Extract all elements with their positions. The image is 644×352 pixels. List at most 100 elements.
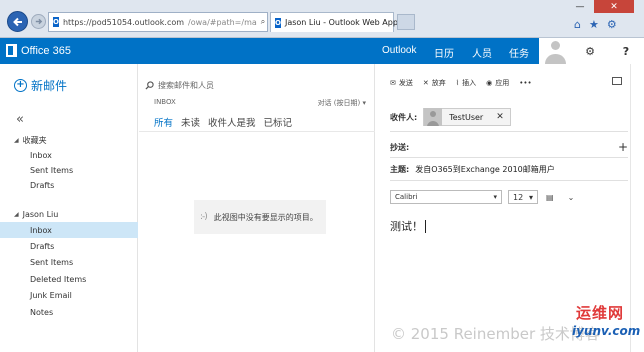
empty-state: :-) 此视图中没有要显示的项目。 xyxy=(194,200,326,234)
favorite-drafts[interactable]: Drafts xyxy=(0,177,138,193)
font-family-value: Calibri xyxy=(395,193,418,201)
new-tab-button[interactable] xyxy=(397,14,415,30)
avatar-head xyxy=(551,41,560,50)
discard-button[interactable]: ✕ 放弃 xyxy=(423,78,446,88)
search-box[interactable]: 搜索邮件和人员 xyxy=(145,80,214,91)
settings-gear-icon[interactable]: ⚙ xyxy=(607,18,617,31)
favorites-header[interactable]: ◢ 收藏夹 xyxy=(14,135,47,146)
search-placeholder: 搜索邮件和人员 xyxy=(158,81,214,90)
apps-button[interactable]: ◉ 应用 xyxy=(486,78,509,88)
back-button[interactable] xyxy=(7,11,28,32)
filter-tabs: 所有 未读 收件人是我 已标记 xyxy=(154,115,292,129)
forward-arrow-icon xyxy=(35,18,43,25)
font-size-select[interactable]: 12 ▾ xyxy=(508,190,538,204)
discard-label: 放弃 xyxy=(431,79,446,87)
cc-row[interactable]: 抄送: + xyxy=(390,140,628,154)
folder-drafts[interactable]: Drafts xyxy=(0,238,138,254)
nav-people[interactable]: 人员 xyxy=(472,45,492,60)
recipient-avatar-icon xyxy=(424,108,443,126)
body-text: 测试！ xyxy=(390,220,423,233)
more-options-button[interactable]: ••• xyxy=(519,79,531,87)
chevron-down-icon: ▾ xyxy=(362,99,366,107)
sort-label: 对话 (按日期) xyxy=(317,99,361,107)
apps-label: 应用 xyxy=(495,79,510,87)
recipient-chip[interactable]: TestUser ✕ xyxy=(423,108,511,126)
outlook-favicon-icon: O xyxy=(53,17,59,27)
office-logo-icon xyxy=(6,44,17,57)
user-avatar[interactable] xyxy=(539,38,572,64)
folder-junk-email[interactable]: Junk Email xyxy=(0,287,138,303)
favorite-inbox[interactable]: Inbox xyxy=(0,147,138,163)
send-icon: ✉ xyxy=(390,79,396,87)
folder-notes[interactable]: Notes xyxy=(0,304,138,320)
tab-title: Jason Liu - Outlook Web App xyxy=(284,18,398,27)
to-label: 收件人: xyxy=(390,112,418,122)
back-arrow-icon xyxy=(12,17,22,26)
font-family-select[interactable]: Calibri ▾ xyxy=(390,190,502,204)
browser-tab-active[interactable]: O Jason Liu - Outlook Web App × xyxy=(270,12,409,32)
site-watermark: 运维网 iyunv.com xyxy=(566,302,642,350)
list-header: INBOX 对话 (按日期) ▾ xyxy=(154,98,366,108)
apps-icon: ◉ xyxy=(486,79,493,87)
home-icon[interactable]: ⌂ xyxy=(574,18,581,31)
paperclip-icon: ⌇ xyxy=(455,79,460,87)
insert-button[interactable]: ⌇ 插入 xyxy=(456,78,476,88)
filter-flagged[interactable]: 已标记 xyxy=(264,115,293,129)
filter-to-me[interactable]: 收件人是我 xyxy=(208,115,256,129)
brand-name: Office 365 xyxy=(21,44,71,57)
favorites-star-icon[interactable]: ★ xyxy=(589,18,599,31)
subject-field[interactable]: 发自O365到Exchange 2010邮箱用户 xyxy=(415,164,555,175)
forward-button[interactable] xyxy=(31,14,46,29)
office365-logo[interactable]: Office 365 xyxy=(6,44,71,57)
favorite-sent-items[interactable]: Sent Items xyxy=(0,162,138,178)
gear-icon: ⚙ xyxy=(585,44,595,58)
window-close-button[interactable]: ✕ xyxy=(594,0,634,13)
add-cc-plus-icon[interactable]: + xyxy=(618,140,628,154)
subject-row[interactable]: 主题: 发自O365到Exchange 2010邮箱用户 xyxy=(390,164,628,175)
font-size-value: 12 xyxy=(513,192,524,202)
send-button[interactable]: ✉ 发送 xyxy=(390,78,413,88)
filter-all[interactable]: 所有 xyxy=(154,115,173,129)
message-body[interactable]: 测试！ xyxy=(390,218,426,234)
settings-button[interactable]: ⚙ xyxy=(572,38,608,64)
popout-icon[interactable] xyxy=(612,77,622,85)
avatar-body xyxy=(545,54,566,64)
cc-label: 抄送: xyxy=(390,142,410,152)
smiley-icon: :-) xyxy=(200,211,208,222)
window-controls: — □ ✕ xyxy=(566,0,634,13)
remove-recipient-icon[interactable]: ✕ xyxy=(490,112,510,122)
folder-sent-items[interactable]: Sent Items xyxy=(0,254,138,270)
message-list-pane: 搜索邮件和人员 INBOX 对话 (按日期) ▾ 所有 未读 收件人是我 已标记… xyxy=(139,64,375,352)
text-caret xyxy=(425,219,426,233)
nav-calendar[interactable]: 日历 xyxy=(434,45,454,60)
filter-unread[interactable]: 未读 xyxy=(181,115,200,129)
expand-toolbar-icon[interactable]: ⌄ xyxy=(568,193,575,202)
nav-outlook[interactable]: Outlook xyxy=(382,45,416,56)
nav-tasks[interactable]: 任务 xyxy=(509,45,529,60)
chevron-down-icon: ▾ xyxy=(493,193,497,201)
minimize-button[interactable]: — xyxy=(566,0,594,13)
recipient-name: TestUser xyxy=(449,112,484,122)
cc-divider xyxy=(390,157,628,158)
compose-toolbar: ✉ 发送 ✕ 放弃 ⌇ 插入 ◉ 应用 ••• xyxy=(390,78,532,88)
search-icon xyxy=(145,81,154,90)
folder-deleted-items[interactable]: Deleted Items xyxy=(0,271,138,287)
chevron-down-icon: ▾ xyxy=(528,192,533,202)
folder-pane: + 新邮件 « ◢ 收藏夹 Inbox Sent Items Drafts ◢ … xyxy=(0,64,138,352)
subject-label: 主题: xyxy=(390,165,410,174)
suite-header: Office 365 Outlook 日历 人员 任务 xyxy=(0,38,644,64)
empty-text: 此视图中没有要显示的项目。 xyxy=(213,212,318,222)
app-window: O https://pod51054.outlook.com/owa/#path… xyxy=(0,0,644,352)
expand-triangle-icon: ◢ xyxy=(14,211,19,218)
address-bar[interactable]: O https://pod51054.outlook.com/owa/#path… xyxy=(48,12,268,32)
format-options-icon[interactable]: ▤ xyxy=(546,193,554,202)
watermark-brand-en: iyunv.com xyxy=(572,324,641,338)
help-button[interactable]: ? xyxy=(608,38,644,64)
folder-inbox[interactable]: Inbox xyxy=(0,222,138,238)
sort-dropdown[interactable]: 对话 (按日期) ▾ xyxy=(318,98,366,108)
new-mail-button[interactable]: + 新邮件 xyxy=(14,77,67,94)
url-path: /owa/#path=/ma xyxy=(188,17,257,27)
account-header[interactable]: ◢ Jason Liu xyxy=(14,210,58,219)
tab-favicon-icon: O xyxy=(275,17,281,28)
collapse-pane-icon[interactable]: « xyxy=(16,112,24,127)
